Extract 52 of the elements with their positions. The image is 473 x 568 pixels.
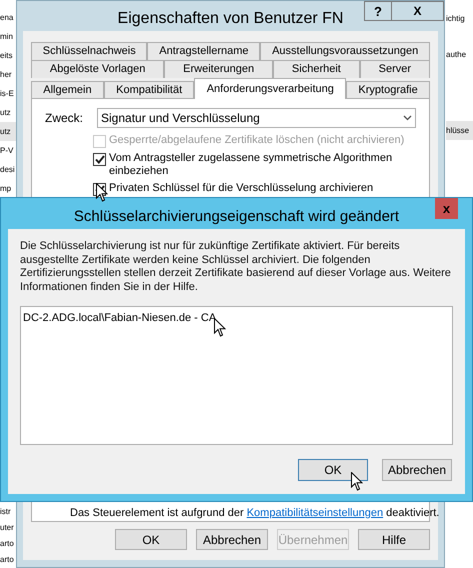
close-button[interactable]: x: [435, 198, 458, 219]
list-item[interactable]: ena: [0, 8, 16, 27]
tab[interactable]: Server: [360, 60, 430, 78]
tab[interactable]: Antragstellername: [147, 42, 260, 60]
dialog-button[interactable]: Hilfe: [358, 529, 430, 550]
checkbox-label: Privaten Schlüssel für die Verschlüsselung archivieren: [109, 182, 374, 195]
close-button[interactable]: X: [392, 1, 444, 21]
checkbox[interactable]: [93, 153, 106, 166]
list-item[interactable]: hlüsse: [446, 121, 473, 140]
list-item[interactable]: min: [0, 27, 16, 46]
purpose-label: Zweck:: [45, 110, 84, 127]
settings-link[interactable]: Kompatibilitätseinstellungen: [246, 506, 384, 518]
list-item[interactable]: istr: [0, 504, 16, 520]
window-title: Eigenschaften von Benutzer FN: [116, 9, 344, 29]
list-item[interactable]: desi: [0, 160, 16, 179]
cursor-icon: [96, 183, 108, 202]
chevron-down-icon: [403, 115, 412, 121]
tab[interactable]: Sicherheit: [273, 60, 360, 78]
list-item[interactable]: uter: [0, 520, 16, 536]
list-item[interactable]: arto: [0, 552, 16, 568]
tab[interactable]: Erweiterungen: [164, 60, 274, 78]
dialog-button[interactable]: OK: [298, 459, 368, 481]
list-item[interactable]: utz: [0, 103, 16, 122]
list-item[interactable]: P-V: [0, 141, 16, 160]
tab[interactable]: Allgemein: [31, 81, 104, 99]
list-item[interactable]: arto: [0, 536, 16, 552]
purpose-dropdown[interactable]: Signatur und Verschlüsselung: [97, 108, 416, 128]
list-item[interactable]: her: [0, 65, 16, 84]
cursor-icon: [214, 318, 226, 337]
dialog-button[interactable]: Abbrechen: [382, 459, 452, 481]
notice-text: Das Steuerelement ist aufgrund der Kompatibilitätseinstellungen deaktiviert.: [70, 506, 440, 518]
tab[interactable]: Schlüsselnachweis: [31, 42, 148, 60]
dropdown-value: Signatur und Verschlüsselung: [101, 110, 260, 127]
checkbox-label: Gesperrte/abgelaufene Zertifikate löschen (nicht archivieren): [109, 134, 404, 147]
list-item[interactable]: utz: [0, 122, 16, 141]
dialog-button[interactable]: OK: [115, 529, 187, 550]
checkbox-label: Vom Antragsteller zugelassene symmetrische Algorithmen einbeziehen: [109, 152, 394, 178]
cursor-icon: [351, 472, 363, 491]
list-item[interactable]: authe: [446, 45, 473, 64]
tab[interactable]: Ausstellungsvoraussetzungen: [260, 42, 430, 60]
tab[interactable]: Kryptografie: [346, 81, 430, 99]
dialog-button[interactable]: Abbrechen: [196, 529, 268, 550]
dialog-title: Schlüsselarchivierungseigenschaft wird geändert: [72, 207, 400, 227]
tab[interactable]: Abgelöste Vorlagen: [31, 60, 164, 78]
list-item[interactable]: ichtig: [446, 9, 473, 28]
dialog-message: Die Schlüsselarchivierung ist nur für zukünftige Zertifikate aktiviert. Für bereits ausgestellte Zertifikate werden keine Schlüssel archiviert. Die folgenden Zertifizierungsstellen stellen derzeit Zertifikate basierend auf dieser Vorlage aus. Weitere Informationen finden Sie in der Hilfe.: [20, 240, 452, 294]
tab[interactable]: Kompatibilität: [104, 81, 194, 99]
list-item[interactable]: is-E: [0, 84, 16, 103]
list-item[interactable]: eits: [0, 46, 16, 65]
list-item[interactable]: mp: [0, 179, 16, 198]
help-button[interactable]: ?: [364, 1, 392, 21]
tab[interactable]: Anforderungsverarbeitung: [194, 78, 346, 99]
